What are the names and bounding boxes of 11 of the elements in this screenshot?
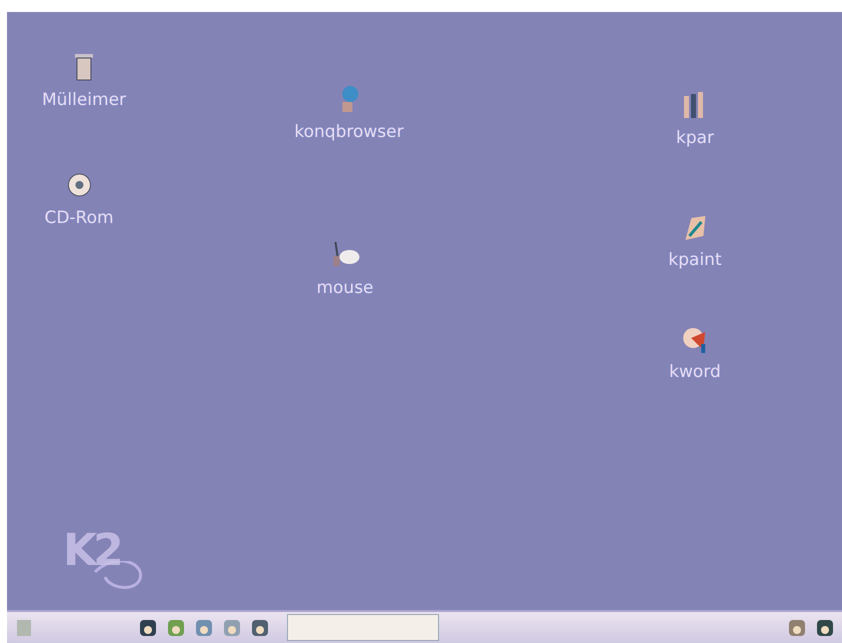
logo-text: K2 <box>63 525 120 576</box>
start-menu-icon[interactable] <box>15 618 33 638</box>
desktop-icon-label[interactable]: konqbrowser <box>294 122 404 142</box>
desktop-icon-label[interactable]: kword <box>669 362 721 382</box>
desktop-icon-label[interactable]: Mülleimer <box>42 90 126 110</box>
desktop-icon-label[interactable]: mouse <box>316 278 374 298</box>
trash-can-icon <box>73 52 95 82</box>
desktop-icon-label[interactable]: kpaint <box>668 250 722 270</box>
window-button[interactable] <box>287 614 439 641</box>
desktop-icon-label[interactable]: kpar <box>676 128 714 148</box>
desktop-icon-label[interactable]: CD-Rom <box>44 208 114 228</box>
